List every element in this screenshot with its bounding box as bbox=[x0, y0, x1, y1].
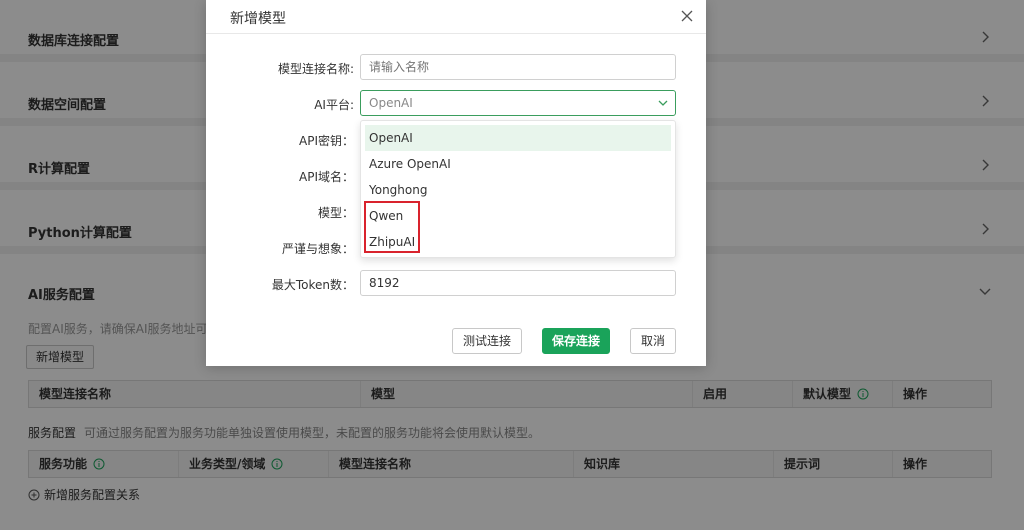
api-domain-label: API域名： bbox=[299, 170, 354, 184]
api-key-label: API密钥： bbox=[299, 134, 354, 148]
model-name-input[interactable] bbox=[360, 54, 676, 80]
chevron-down-icon bbox=[657, 97, 669, 109]
dropdown-option-yonghong[interactable]: Yonghong bbox=[365, 177, 671, 203]
model-label: 模型： bbox=[317, 206, 354, 220]
ai-platform-label: AI平台: bbox=[314, 98, 354, 112]
max-token-input[interactable] bbox=[360, 270, 676, 296]
annotation-highlight-box bbox=[364, 201, 420, 253]
ai-platform-value: OpenAI bbox=[369, 96, 413, 110]
dropdown-option-azure-openai[interactable]: Azure OpenAI bbox=[365, 151, 671, 177]
save-connection-button[interactable]: 保存连接 bbox=[542, 328, 610, 354]
rigor-imagination-label: 严谨与想象： bbox=[281, 242, 354, 256]
dialog-title: 新增模型 bbox=[230, 11, 286, 27]
ai-platform-select[interactable]: OpenAI bbox=[360, 90, 676, 116]
dialog-footer: 测试连接 保存连接 取消 bbox=[206, 316, 706, 366]
cancel-button[interactable]: 取消 bbox=[630, 328, 676, 354]
max-token-label: 最大Token数： bbox=[271, 278, 354, 292]
dialog-header: 新增模型 bbox=[206, 0, 706, 34]
test-connection-button[interactable]: 测试连接 bbox=[452, 328, 522, 354]
model-name-label: 模型连接名称: bbox=[277, 62, 354, 76]
close-icon[interactable] bbox=[680, 9, 694, 23]
dropdown-option-openai[interactable]: OpenAI bbox=[365, 125, 671, 151]
